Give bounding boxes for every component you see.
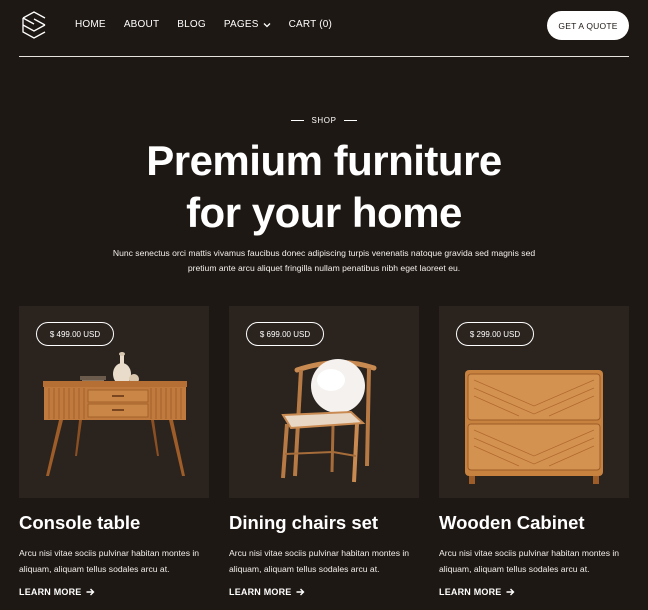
nav-blog[interactable]: BLOG <box>177 19 206 30</box>
learn-more-link[interactable]: LEARN MORE <box>229 587 305 597</box>
hero-eyebrow: SHOP <box>0 116 648 125</box>
product-image-dining-chairs-set[interactable]: $ 699.00 USD <box>229 306 419 498</box>
chevron-down-icon <box>263 22 271 27</box>
nav-cart[interactable]: CART (0) <box>289 19 332 30</box>
product-image-console-table[interactable]: $ 499.00 USD <box>19 306 209 498</box>
arrow-right-icon <box>506 588 514 596</box>
nav-pages[interactable]: PAGES <box>224 19 271 30</box>
learn-more-link[interactable]: LEARN MORE <box>439 587 515 597</box>
eyebrow-divider-left <box>291 120 305 121</box>
product-card: $ 299.00 USD Wooden Cabinet Arcu nisi vi… <box>439 306 629 597</box>
eyebrow-divider-right <box>343 120 357 121</box>
hero-description: Nunc senectus orci mattis vivamus faucib… <box>112 248 536 273</box>
nav-about[interactable]: ABOUT <box>124 19 159 30</box>
hero-title-line-2: for your home <box>186 189 462 236</box>
get-a-quote-button[interactable]: GET A QUOTE <box>547 11 629 40</box>
hero-title-line-1: Premium furniture <box>146 137 502 184</box>
product-card: $ 699.00 USD Dining chairs set Arcu nisi… <box>229 306 419 597</box>
price-badge: $ 699.00 USD <box>246 322 324 346</box>
product-image-wooden-cabinet[interactable]: $ 299.00 USD <box>439 306 629 498</box>
price-badge: $ 499.00 USD <box>36 322 114 346</box>
site-header: HOME ABOUT BLOG PAGES CART (0) GET A QUO… <box>19 0 629 57</box>
hero-title: Premium furniture for your home <box>0 135 648 239</box>
product-name[interactable]: Wooden Cabinet <box>439 512 585 534</box>
product-name[interactable]: Dining chairs set <box>229 512 378 534</box>
product-description: Arcu nisi vitae sociis pulvinar habitan … <box>19 548 200 574</box>
arrow-right-icon <box>296 588 304 596</box>
learn-more-link[interactable]: LEARN MORE <box>19 587 95 597</box>
product-description: Arcu nisi vitae sociis pulvinar habitan … <box>229 548 410 574</box>
product-description: Arcu nisi vitae sociis pulvinar habitan … <box>439 548 620 574</box>
learn-more-label: LEARN MORE <box>19 587 82 597</box>
learn-more-label: LEARN MORE <box>439 587 502 597</box>
product-card: $ 499.00 USD Console table Arcu nisi vit… <box>19 306 209 597</box>
arrow-right-icon <box>86 588 94 596</box>
nav-home[interactable]: HOME <box>75 19 106 30</box>
eyebrow-label: SHOP <box>311 116 337 125</box>
main-nav: HOME ABOUT BLOG PAGES CART (0) <box>75 19 350 30</box>
cube-outline-icon[interactable] <box>21 11 47 39</box>
learn-more-label: LEARN MORE <box>229 587 292 597</box>
product-name[interactable]: Console table <box>19 512 140 534</box>
price-badge: $ 299.00 USD <box>456 322 534 346</box>
